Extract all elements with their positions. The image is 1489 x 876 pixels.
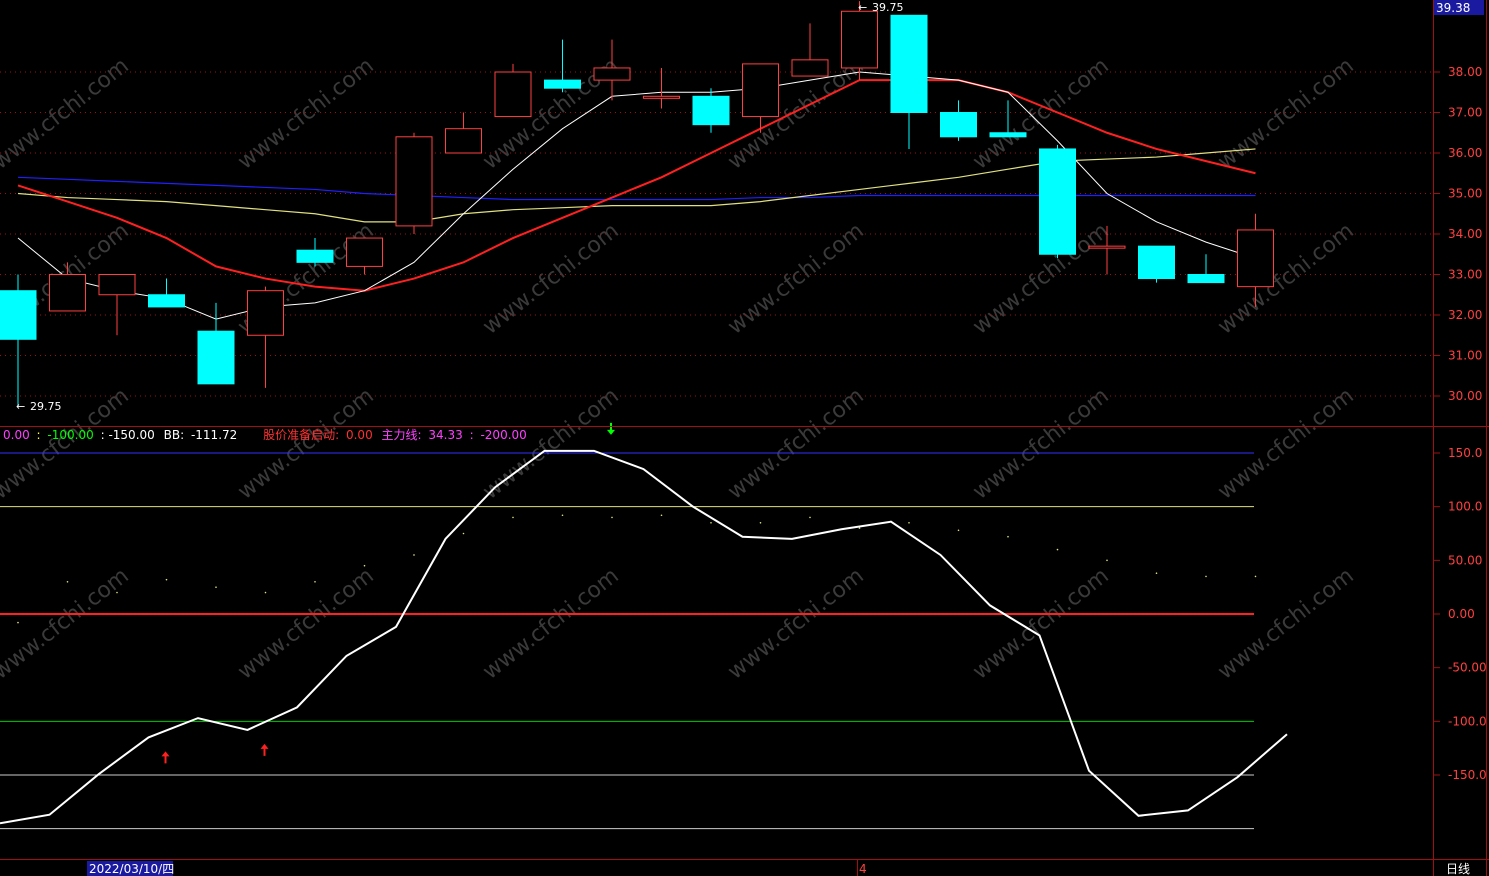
indicator-dot (858, 527, 861, 529)
candle (494, 63, 532, 118)
indicator-dot (1205, 575, 1207, 578)
indicator-dot (957, 529, 960, 532)
indicator-dot (660, 514, 663, 517)
candle-body-up (346, 237, 383, 267)
candle-body-down (692, 95, 730, 126)
price-tick-label: 32.00 (1448, 308, 1482, 322)
candle (1138, 245, 1175, 283)
header-main-label: 主力线: (382, 428, 422, 442)
high-arrow: ← (858, 1, 867, 14)
indicator-dot (809, 516, 811, 519)
indicator-tick-label: 100.0 (1448, 500, 1482, 514)
candle-body-up (593, 67, 631, 81)
indicator-dot (462, 532, 465, 535)
candle-body-down (940, 112, 977, 138)
indicator-dot (66, 581, 69, 583)
header-main-value: 34.33 (428, 428, 462, 442)
period-label: 日线 (1446, 862, 1470, 876)
indicator-dot (710, 521, 712, 524)
candle-body-up (98, 274, 136, 296)
header-ready-label: 股价准备启动: (263, 428, 339, 442)
candle-body-up (841, 10, 878, 69)
candle-body-up (742, 63, 779, 118)
indicator-tick-label: -150.0 (1448, 768, 1487, 782)
indicator-dot (165, 578, 168, 581)
header-sep1: : (37, 428, 41, 442)
candle-body-up (49, 274, 86, 312)
header-v3: -150.00 (108, 428, 154, 442)
candle-body-up (1088, 245, 1126, 249)
candle-body-down (296, 249, 334, 263)
high-annotation: ← 39.75 (858, 1, 904, 14)
header-v4: -200.00 (480, 428, 526, 442)
indicator-tick-label: -100.0 (1448, 714, 1487, 728)
candle-body-down (544, 79, 581, 89)
header-bb-label: BB: (164, 428, 185, 442)
month-marker: 4 (859, 862, 867, 876)
candle-body-down (989, 132, 1027, 138)
header-sep3: : (470, 428, 474, 442)
indicator-dot (1155, 572, 1158, 575)
candle-body-down (197, 330, 235, 385)
indicator-dot (116, 591, 118, 594)
indicator-dot (611, 516, 613, 519)
indicator-dot (363, 564, 366, 567)
candle-body-down (1138, 245, 1175, 280)
price-tick-label: 31.00 (1448, 349, 1482, 363)
indicator-dot (512, 516, 514, 519)
header-ready-value: 0.00 (346, 428, 373, 442)
indicator-dot (561, 514, 564, 517)
indicator-dot (1056, 548, 1059, 551)
indicator-dot (759, 521, 762, 524)
indicator-dot (908, 521, 910, 524)
price-tick-label: 36.00 (1448, 146, 1482, 160)
indicator-dot (314, 581, 316, 583)
candle-body-up (445, 128, 482, 154)
low-value: 29.75 (30, 400, 62, 413)
candle-body-up (247, 290, 284, 336)
candle (1039, 144, 1076, 259)
price-tick-label: 35.00 (1448, 187, 1482, 201)
price-tick-label: 38.00 (1448, 65, 1482, 79)
indicator-dot (413, 554, 415, 556)
header-v1: 0.00 (3, 428, 30, 442)
low-annotation: ← 29.75 (16, 400, 62, 413)
candle-body-down (890, 14, 928, 113)
price-tick-label: 34.00 (1448, 227, 1482, 241)
header-bb-value: -111.72 (191, 428, 237, 442)
indicator-dot (1254, 575, 1257, 578)
header-v2: -100.00 (47, 428, 93, 442)
stock-chart: www.cfchi.com www.cfchi.com www.cfchi.com w… (0, 0, 1489, 876)
indicator-tick-label: 150.0 (1448, 446, 1482, 460)
indicator-tick-label: -50.00 (1448, 661, 1487, 675)
price-tick-label: 33.00 (1448, 268, 1482, 282)
indicator-tick-label: 0.00 (1448, 607, 1475, 621)
candle-body-down (1039, 148, 1076, 255)
candle (395, 132, 433, 234)
indicator-dot (215, 586, 217, 588)
price-tick-label: 30.00 (1448, 389, 1482, 403)
candle-body-up (494, 71, 532, 118)
low-arrow: ← (16, 400, 25, 413)
indicator-dot (17, 621, 19, 624)
indicator-tick-label: 50.00 (1448, 553, 1482, 567)
candle-body-up (643, 95, 680, 99)
candle-body-down (1187, 274, 1225, 284)
indicator-dot (264, 591, 267, 594)
indicator-dot (1007, 535, 1009, 538)
candle-body-up (395, 136, 433, 227)
current-price-label: 39.38 (1436, 1, 1470, 15)
candle-body-down (148, 294, 185, 308)
high-value: 39.75 (872, 1, 904, 14)
header-sep2: : (101, 428, 105, 442)
date-label: 2022/03/10/四 (89, 862, 174, 876)
candle-body-down (0, 290, 37, 340)
candle-body-up (791, 59, 829, 77)
indicator-dot (1106, 559, 1108, 562)
price-tick-label: 37.00 (1448, 106, 1482, 120)
candle-body-up (1237, 229, 1274, 288)
indicator-header: 0.00 : -100.00 : -150.00 BB: -111.72 股价准… (3, 428, 527, 442)
